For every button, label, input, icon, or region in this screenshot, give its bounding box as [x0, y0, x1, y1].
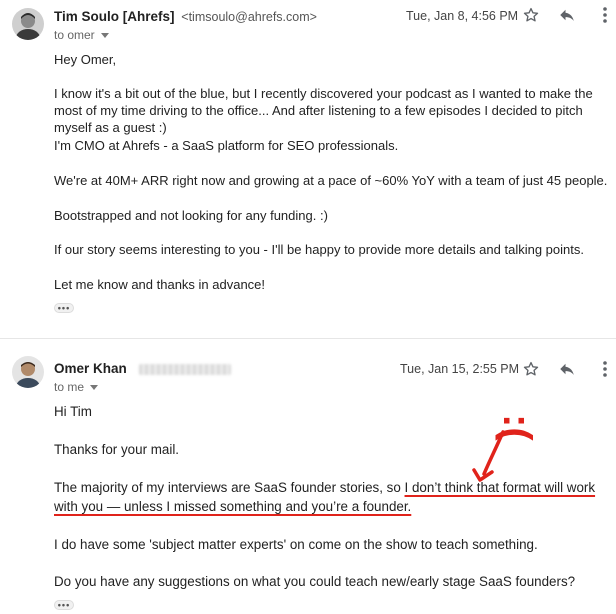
caret-down-icon[interactable] [100, 33, 109, 39]
redacted-email [138, 363, 231, 375]
more-vert-icon[interactable] [595, 5, 615, 25]
sender-name[interactable]: Tim Soulo [Ahrefs] [54, 9, 175, 24]
sender-avatar[interactable] [12, 8, 44, 40]
star-icon[interactable] [521, 359, 541, 379]
recipient-label: to me [54, 380, 85, 394]
body-paragraph: Hi Tim [54, 404, 92, 419]
body-paragraph: We're at 40M+ ARR right now and growing … [54, 173, 608, 188]
email-message-2: Omer Khan to me Tue, Jan 15, 2:55 PM Hi … [0, 344, 616, 614]
reply-icon[interactable] [557, 359, 577, 379]
email-message-1: Tim Soulo [Ahrefs] <timsoulo@ahrefs.com>… [0, 0, 616, 330]
recipient-label: to omer [54, 28, 95, 42]
recipient-line[interactable]: to me [54, 380, 99, 394]
body-paragraph: I know it's a bit out of the blue, but I… [54, 86, 593, 135]
sender-line: Tim Soulo [Ahrefs] <timsoulo@ahrefs.com> [54, 9, 317, 24]
body-paragraph: The majority of my interviews are SaaS f… [54, 478, 614, 516]
caret-down-icon[interactable] [90, 385, 99, 391]
sender-avatar[interactable] [12, 356, 44, 388]
body-paragraph: Let me know and thanks in advance! [54, 277, 266, 292]
message-date: Tue, Jan 15, 2:55 PM [400, 362, 520, 376]
body-paragraph: I do have some 'subject matter experts' … [54, 537, 538, 552]
recipient-line[interactable]: to omer [54, 28, 109, 42]
reply-icon[interactable] [557, 5, 577, 25]
body-paragraph: I'm CMO at Ahrefs - a SaaS platform for … [54, 138, 399, 153]
show-trimmed-content-button[interactable]: ••• [54, 303, 74, 313]
more-vert-icon[interactable] [595, 359, 615, 379]
sender-email: <timsoulo@ahrefs.com> [181, 10, 317, 24]
body-paragraph: Hey Omer, [54, 52, 117, 67]
sender-name[interactable]: Omer Khan [54, 361, 127, 376]
paragraph-text: The majority of my interviews are SaaS f… [54, 480, 405, 495]
sender-line: Omer Khan [54, 361, 231, 376]
body-paragraph: Bootstrapped and not looking for any fun… [54, 208, 328, 223]
message-divider [0, 338, 616, 339]
show-trimmed-content-button[interactable]: ••• [54, 600, 74, 610]
body-paragraph: Thanks for your mail. [54, 442, 180, 457]
message-date: Tue, Jan 8, 4:56 PM [406, 9, 519, 23]
body-paragraph: If our story seems interesting to you - … [54, 242, 584, 257]
body-paragraph: Do you have any suggestions on what you … [54, 574, 576, 589]
star-icon[interactable] [521, 5, 541, 25]
